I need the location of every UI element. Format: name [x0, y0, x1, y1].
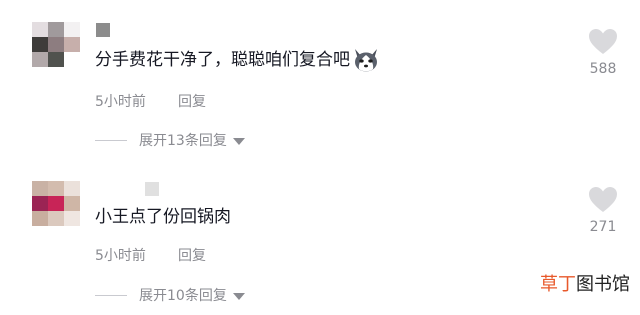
avatar-pixel: [64, 196, 80, 211]
expand-replies-label: 展开13条回复: [139, 133, 227, 149]
avatar-pixel: [48, 181, 64, 196]
heart-icon: [589, 29, 617, 54]
like-button[interactable]: 271: [583, 186, 623, 235]
avatar-pixel: [64, 22, 80, 37]
avatar-pixel: [32, 211, 48, 226]
username-redacted[interactable]: [96, 23, 110, 37]
divider-line: [95, 294, 127, 296]
divider-line: [95, 139, 127, 141]
comment-text-content: 分手费花干净了，聪聪咱们复合吧: [95, 50, 350, 70]
caret-down-icon: [232, 137, 245, 145]
reply-button[interactable]: 回复: [178, 245, 206, 265]
avatar-pixel: [32, 37, 48, 52]
expand-replies-button[interactable]: 展开10条回复: [95, 285, 245, 305]
avatar-pixel: [48, 37, 64, 52]
reply-button[interactable]: 回复: [178, 91, 206, 111]
comment-text: 分手费花干净了，聪聪咱们复合吧: [95, 47, 380, 73]
avatar-pixel: [64, 37, 80, 52]
avatar-pixel: [32, 181, 48, 196]
avatar-pixel: [64, 181, 80, 196]
expand-replies-button[interactable]: 展开13条回复: [95, 130, 245, 150]
avatar-pixel: [32, 22, 48, 37]
avatar-pixel: [48, 211, 64, 226]
avatar[interactable]: [32, 181, 80, 226]
comment-time: 5小时前: [95, 94, 146, 110]
watermark-rest: 图书馆: [576, 274, 630, 295]
expand-replies-label: 展开10条回复: [139, 288, 227, 304]
comment-text-content: 小王点了份回锅肉: [95, 207, 231, 227]
avatar-pixel: [32, 196, 48, 211]
watermark-accent: 草丁: [540, 274, 576, 295]
comment-time: 5小时前: [95, 248, 146, 264]
like-button[interactable]: 588: [583, 28, 623, 77]
username-redacted[interactable]: [145, 182, 159, 196]
avatar-pixel: [64, 211, 80, 226]
avatar-pixel: [48, 22, 64, 37]
avatar[interactable]: [32, 22, 80, 67]
like-count: 588: [589, 61, 617, 77]
watermark: 草丁图书馆: [540, 270, 630, 296]
like-count: 271: [589, 219, 617, 235]
avatar-pixel: [48, 196, 64, 211]
avatar-pixel: [64, 52, 80, 67]
avatar-pixel: [48, 52, 64, 67]
avatar-pixel: [32, 52, 48, 67]
caret-down-icon: [232, 292, 245, 300]
husky-face-icon: [355, 49, 377, 72]
heart-icon: [589, 187, 617, 212]
comment-text: 小王点了份回锅肉: [95, 205, 231, 229]
